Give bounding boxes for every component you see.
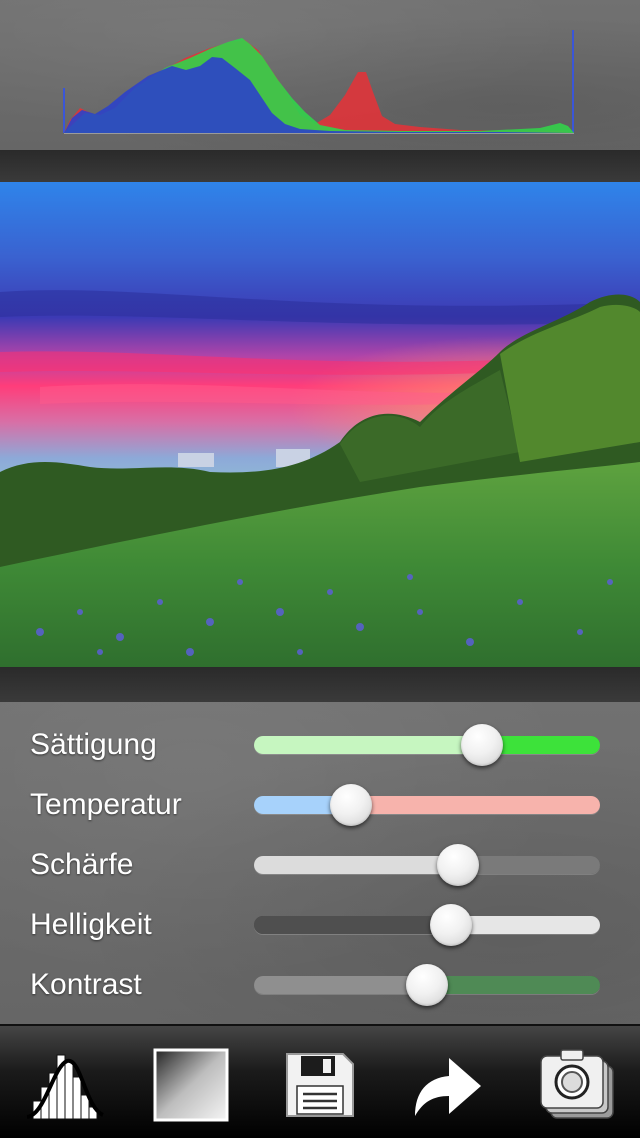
slider-row-contrast: Kontrast (0, 955, 640, 1015)
histogram-blue-channel (64, 57, 574, 133)
histogram-chart (63, 30, 574, 134)
temperature-slider[interactable] (254, 796, 600, 814)
slider-row-saturation: Sättigung (0, 715, 640, 775)
contrast-slider-thumb[interactable] (406, 964, 448, 1006)
slider-row-temperature: Temperatur (0, 775, 640, 835)
saturation-slider-thumb[interactable] (461, 724, 504, 766)
floppy-disk-icon (286, 1053, 354, 1117)
slider-row-sharpness: Schärfe (0, 835, 640, 895)
photo-preview[interactable] (0, 182, 640, 667)
share-button[interactable] (400, 1042, 490, 1128)
gradient-button[interactable] (146, 1042, 236, 1128)
gradient-icon (153, 1048, 229, 1122)
histogram-button[interactable] (20, 1042, 110, 1128)
photos-button[interactable] (532, 1042, 622, 1128)
brightness-label: Helligkeit (30, 908, 152, 941)
slider-row-brightness: Helligkeit (0, 895, 640, 955)
photo-bottom-band (0, 667, 640, 702)
photo-frame (0, 150, 640, 702)
bottom-toolbar (0, 1024, 640, 1138)
save-button[interactable] (275, 1042, 365, 1128)
contrast-label: Kontrast (30, 968, 142, 1001)
saturation-label: Sättigung (30, 728, 157, 761)
histogram-panel (0, 0, 640, 150)
sharpness-slider[interactable] (254, 856, 600, 874)
photo-top-band (0, 150, 640, 182)
temperature-slider-thumb[interactable] (329, 784, 372, 826)
temperature-label: Temperatur (30, 788, 182, 821)
share-arrow-icon (415, 1058, 481, 1116)
brightness-slider[interactable] (254, 916, 600, 934)
camera-stack-icon (540, 1049, 614, 1119)
histogram-icon (26, 1054, 105, 1120)
brightness-slider-thumb[interactable] (430, 904, 473, 946)
sharpness-label: Schärfe (30, 848, 134, 881)
photo-image (0, 182, 640, 667)
saturation-slider[interactable] (254, 736, 600, 754)
sharpness-slider-thumb[interactable] (437, 844, 480, 886)
adjustments-panel: Sättigung Temperatur Schärfe Helligkeit … (0, 702, 640, 1024)
